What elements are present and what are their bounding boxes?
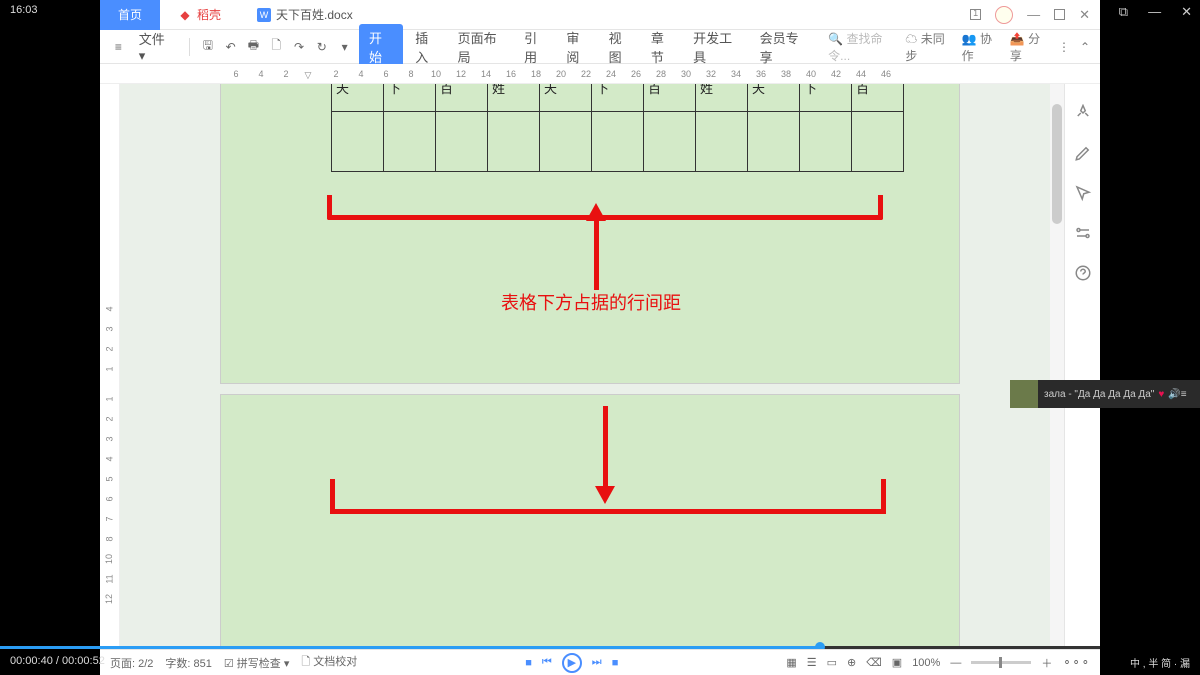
more-icon[interactable]: ⋮ (1058, 40, 1070, 54)
vertical-scrollbar[interactable] (1050, 84, 1064, 649)
command-search[interactable]: 🔍 查找命令... (828, 30, 899, 64)
doke-icon: ◆ (178, 8, 192, 22)
arrowhead-icon (586, 203, 606, 221)
next-icon[interactable]: ■ (612, 657, 619, 669)
ime-indicator[interactable]: 中 , 半 简 · 漏 (1130, 659, 1190, 671)
album-art (1010, 380, 1038, 408)
outline-icon[interactable]: ☰ (807, 656, 817, 669)
titlebar: 首页 ◆稻壳 W天下百姓.docx 1 — ✕ (100, 0, 1100, 30)
word-count[interactable]: 字数: 851 (165, 655, 211, 671)
menu-devtools[interactable]: 开发工具 (687, 24, 748, 70)
spellcheck-toggle[interactable]: ☑ 拼写检查 ▾ (224, 655, 290, 671)
skip-fwd-icon[interactable]: ⏭ (592, 656, 602, 669)
print-icon[interactable]: 🖶 (245, 38, 262, 56)
file-menu[interactable]: 文件 ▾ (133, 25, 179, 68)
page-2 (220, 394, 960, 675)
avatar-icon[interactable] (995, 6, 1013, 24)
badge-icon[interactable]: 1 (970, 9, 981, 20)
now-playing-toast[interactable]: зала - "Да Да Да Да Да" ♥ 🔊 ≡ (1010, 380, 1200, 408)
toolbar: ≡ 文件 ▾ 🖫 ↶ 🖶 🗋 ↷ ↻ ▾ 开始 插入 页面布局 引用 审阅 视图… (100, 30, 1100, 64)
menu-start[interactable]: 开始 (359, 24, 403, 70)
help-icon[interactable] (1074, 264, 1092, 282)
view-mode-icon[interactable]: ▦ (786, 656, 796, 669)
word-icon: W (257, 8, 271, 22)
arrow-icon (594, 210, 599, 290)
playback-controls: ■ ⏮ ▶ ⏭ ■ (525, 653, 618, 673)
dropdown-icon[interactable]: ▾ (336, 38, 353, 56)
volume-icon[interactable]: 🔊 (1168, 389, 1180, 400)
reading-icon[interactable]: ▭ (827, 656, 837, 669)
zoom-out-icon[interactable]: — (950, 657, 961, 669)
system-clock: 16:03 (10, 4, 38, 16)
content-table[interactable]: 天下百姓天下百姓天下百 (331, 84, 904, 172)
preview-icon[interactable]: 🗋 (268, 38, 285, 56)
horizontal-ruler[interactable]: 642 ▽ 2468101214161820222426283032343638… (100, 64, 1100, 84)
tab-document[interactable]: W天下百姓.docx (239, 0, 371, 30)
app-maximize-icon[interactable] (1054, 9, 1065, 20)
track-title: зала - "Да Да Да Да Да" (1044, 389, 1154, 400)
sync-status[interactable]: ☁ 未同步 (905, 30, 951, 64)
close-icon[interactable]: ✕ (1181, 4, 1192, 20)
web-icon[interactable]: ⊕ (847, 656, 856, 669)
restore-icon[interactable]: ⧉ (1119, 4, 1128, 20)
zoom-slider[interactable] (971, 661, 1031, 664)
collaborate-button[interactable]: 👥 协作 (962, 30, 1000, 64)
page-indicator[interactable]: 页面: 2/2 (110, 655, 153, 671)
prev-icon[interactable]: ■ (525, 657, 532, 669)
save-icon[interactable]: 🖫 (199, 38, 216, 56)
zoom-in-icon[interactable]: ＋ (1041, 655, 1052, 671)
fit-icon[interactable]: ▣ (892, 656, 902, 669)
undo-icon[interactable]: ↶ (222, 38, 239, 56)
video-timestamp: 00:00:40 / 00:00:52 (10, 655, 105, 667)
wps-window: 首页 ◆稻壳 W天下百姓.docx 1 — ✕ ≡ 文件 ▾ 🖫 ↶ 🖶 🗋 ↷… (100, 0, 1100, 675)
play-icon[interactable]: ▶ (562, 653, 582, 673)
redo-icon[interactable]: ↷ (291, 38, 308, 56)
page-1: 天下百姓天下百姓天下百 表格下方占据的行间距 (220, 84, 960, 384)
more-options-icon[interactable]: ⚬⚬⚬ (1062, 656, 1090, 669)
app-close-icon[interactable]: ✕ (1079, 7, 1090, 23)
document-canvas[interactable]: 天下百姓天下百姓天下百 表格下方占据的行间距 以他们结尾的文档会有一部分间距 (120, 84, 1064, 675)
menu-view[interactable]: 视图 (603, 24, 639, 70)
menu-layout[interactable]: 页面布局 (452, 24, 513, 70)
proofread-button[interactable]: 🗋 文档校对 (301, 653, 357, 672)
pencil-icon[interactable] (1074, 144, 1092, 162)
minimize-icon[interactable]: — (1148, 4, 1161, 20)
table-row: 天下百姓天下百姓天下百 (332, 84, 904, 112)
app-minimize-icon[interactable]: — (1027, 7, 1040, 22)
system-window-controls[interactable]: ⧉ — ✕ (1119, 4, 1192, 20)
table-row (332, 112, 904, 172)
rocket-icon[interactable] (1074, 104, 1092, 122)
menu-section[interactable]: 章节 (645, 24, 681, 70)
menu-review[interactable]: 审阅 (560, 24, 596, 70)
collapse-icon[interactable]: ⌃ (1080, 40, 1090, 54)
heart-icon[interactable]: ♥ (1158, 389, 1164, 400)
share-button[interactable]: 📤 分享 (1010, 30, 1048, 64)
menu-references[interactable]: 引用 (518, 24, 554, 70)
fullpage-icon[interactable]: ⌫ (866, 656, 882, 669)
vertical-ruler[interactable]: 432112345678101112 (100, 84, 120, 675)
status-bar: 页面: 2/2 字数: 851 ☑ 拼写检查 ▾ 🗋 文档校对 ■ ⏮ ▶ ⏭ … (100, 649, 1100, 675)
cursor-icon[interactable] (1074, 184, 1092, 202)
bracket-annotation (330, 479, 886, 514)
skip-back-icon[interactable]: ⏮ (542, 656, 552, 669)
redo2-icon[interactable]: ↻ (313, 38, 330, 56)
menu-vip[interactable]: 会员专享 (754, 24, 815, 70)
zoom-level[interactable]: 100% (912, 657, 940, 669)
annotation-text: 表格下方占据的行间距 (501, 289, 681, 315)
settings-icon[interactable] (1074, 224, 1092, 242)
scrollbar-thumb[interactable] (1052, 104, 1062, 224)
menu-insert[interactable]: 插入 (409, 24, 445, 70)
menu-icon[interactable]: ≡ (110, 38, 127, 56)
playlist-icon[interactable]: ≡ (1181, 389, 1187, 400)
